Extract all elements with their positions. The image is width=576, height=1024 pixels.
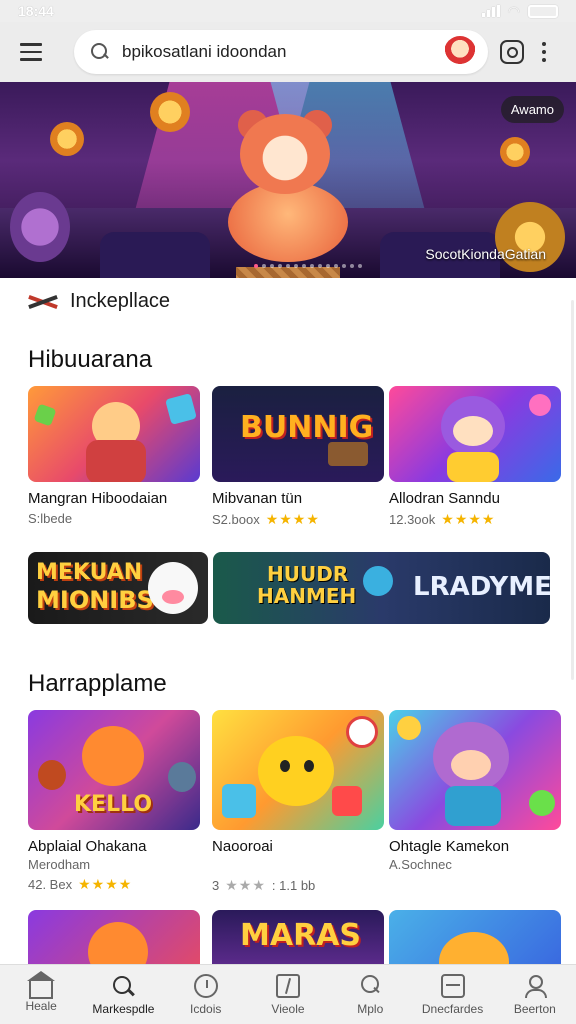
banner-badge[interactable]: Awamo (500, 96, 564, 123)
banner-caption: SocotKiondaGatian (425, 246, 546, 262)
wifi-icon: ◠ (507, 2, 520, 19)
nav-label: Markespdle (92, 1001, 155, 1016)
nav-label: Icdois (190, 1001, 222, 1016)
game-title: Mangran Hiboodaian (28, 490, 168, 507)
search-input[interactable]: bpikosatlani idoondan (122, 42, 444, 62)
nav-label: Heale (25, 998, 57, 1013)
game-thumbnail: BUNNIG (212, 386, 384, 482)
game-card[interactable]: Mangran Hiboodaian S:lbede (28, 386, 200, 526)
search-icon (90, 42, 110, 62)
rating-stars: ★★★★ (265, 511, 320, 527)
search-icon (111, 974, 135, 998)
coin-illustration (50, 122, 84, 156)
game-thumbnail (389, 710, 561, 830)
game-publisher: Merodham (28, 857, 91, 872)
section-title: Hibuuarana (28, 346, 153, 373)
bottom-navigation: Heale Markespdle Icdois Vieole Mplo Dnec… (0, 964, 576, 1024)
game-title: Abplaial Ohakana (28, 838, 147, 855)
nav-item-profile[interactable]: Beerton (494, 965, 576, 1024)
game-meta: S2.boox ★★★★ (212, 511, 320, 527)
nav-item-map[interactable]: Mplo (329, 965, 411, 1024)
game-card[interactable]: Ohtagle Kamekon A.Sochnec (389, 710, 561, 872)
game-card[interactable]: Allodran Sanndu 12.3ook ★★★★ (389, 386, 561, 528)
nav-item-library[interactable]: Vieole (247, 965, 329, 1024)
promo-banner[interactable]: MEKUAN MIONIBS (28, 552, 208, 624)
game-card[interactable] (389, 910, 561, 964)
clock-icon (193, 973, 218, 998)
game-thumbnail (212, 710, 384, 830)
game-title: Ohtagle Kamekon (389, 838, 510, 855)
more-options-icon[interactable] (542, 42, 546, 62)
promo-banner[interactable]: HUUDR HANMEH LRADYME (213, 552, 550, 624)
game-meta: 42. Bex ★★★★ (28, 876, 133, 892)
nav-item-inbox[interactable]: Dnecfardes (411, 965, 493, 1024)
marketplace-icon (28, 292, 58, 312)
bear-mascot-head (240, 114, 330, 194)
coin-illustration (10, 192, 70, 262)
rating-stars: ★★★★ (441, 511, 496, 527)
rating-stars: ★★ (225, 877, 253, 893)
rating-stars-off: ★ (252, 877, 266, 893)
top-bar: bpikosatlani idoondan (0, 22, 576, 82)
status-time: 18:44 (18, 3, 54, 19)
book-icon (275, 973, 300, 998)
game-card[interactable]: MARAS (212, 910, 384, 964)
game-meta: S:lbede (28, 511, 73, 526)
status-icons: ◠ (481, 2, 558, 20)
game-title: Allodran Sanndu (389, 490, 500, 507)
basket-illustration (236, 267, 340, 278)
game-title: Naooroai (212, 838, 273, 855)
menu-icon[interactable] (12, 32, 52, 72)
game-thumbnail (28, 386, 200, 482)
marketplace-label: Inckepllace (70, 290, 171, 312)
search-bar[interactable]: bpikosatlani idoondan (74, 30, 488, 74)
nav-label: Vieole (271, 1001, 305, 1016)
game-card[interactable]: Naooroai 3 ★★★: 1.1 bb (212, 710, 384, 894)
signal-icon (481, 5, 500, 17)
nav-label: Dnecfardes (421, 1001, 484, 1016)
rating-stars: ★★★★ (78, 876, 133, 892)
coin-illustration (500, 137, 530, 167)
game-meta: 12.3ook ★★★★ (389, 511, 496, 527)
marketplace-link[interactable]: Inckepllace (28, 290, 170, 313)
game-card[interactable] (28, 910, 200, 964)
person-icon (523, 974, 547, 998)
section-title: Harrapplame (28, 670, 167, 697)
carousel-dots[interactable] (254, 264, 362, 268)
battery-icon (528, 4, 558, 18)
game-meta: 3 ★★★: 1.1 bb (212, 877, 316, 893)
home-icon (27, 970, 56, 999)
scrollbar[interactable] (571, 300, 574, 680)
game-card[interactable]: KELLO Abplaial Ohakana Merodham 42. Bex ★… (28, 710, 200, 893)
game-title: Mibvanan tün (212, 490, 303, 507)
status-bar: 18:44 ◠ (0, 0, 576, 22)
nav-label: Beerton (513, 1001, 556, 1016)
game-publisher: A.Sochnec (389, 857, 452, 872)
bear-mascot (228, 182, 348, 262)
game-card[interactable]: BUNNIG Mibvanan tün S2.boox ★★★★ (212, 386, 384, 528)
hero-banner[interactable]: Awamo SocotKiondaGatian (0, 82, 576, 278)
pin-icon (358, 974, 382, 998)
coin-illustration (150, 92, 190, 132)
instagram-icon[interactable] (500, 40, 524, 64)
nav-item-tools[interactable]: Icdois (165, 965, 247, 1024)
avatar[interactable] (444, 36, 476, 68)
inbox-icon (440, 973, 465, 998)
game-thumbnail: KELLO (28, 710, 200, 830)
nav-item-home[interactable]: Heale (0, 965, 82, 1024)
sofa-illustration (100, 232, 210, 278)
nav-label: Mplo (357, 1001, 384, 1016)
game-thumbnail (389, 386, 561, 482)
nav-item-marketplace[interactable]: Markespdle (82, 965, 164, 1024)
